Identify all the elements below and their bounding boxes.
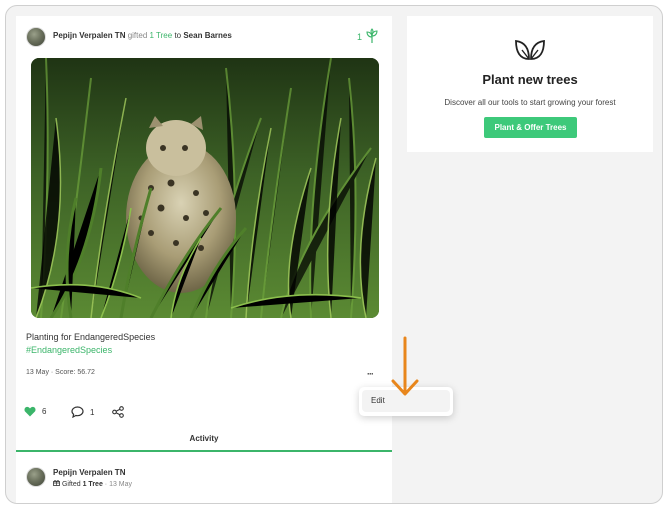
hashtag-link[interactable]: #EndangeredSpecies (26, 345, 112, 355)
pointer-arrow-icon (391, 336, 419, 396)
activity-detail: Gifted 1 Tree · 13 May (53, 479, 132, 488)
activity-list-item[interactable]: Pepijn Verpalen TN Gifted 1 Tree · 13 Ma… (26, 467, 386, 489)
share-icon (112, 406, 124, 418)
app-frame: Pepijn Verpalen TN gifted 1 Tree to Sean… (5, 5, 663, 504)
activity-author-name[interactable]: Pepijn Verpalen TN (53, 468, 125, 477)
share-button[interactable] (112, 406, 130, 418)
sapling-icon (366, 28, 378, 43)
jaguar-in-grass-image (31, 58, 379, 318)
action-text: gifted (127, 31, 148, 40)
like-count: 6 (42, 407, 47, 416)
gift-icon (53, 480, 60, 486)
plant-trees-promo-card: Plant new trees Discover all our tools t… (407, 16, 653, 152)
activity-prefix: Gifted (61, 481, 81, 488)
author-name-link[interactable]: Pepijn Verpalen TN (53, 31, 125, 40)
comment-button[interactable]: 1 (71, 406, 94, 418)
tree-count: 1 (356, 32, 362, 42)
activity-avatar[interactable] (26, 467, 46, 487)
tab-activity[interactable]: Activity (16, 434, 392, 443)
heart-icon (24, 406, 36, 417)
activity-gift: 1 Tree (82, 481, 103, 488)
comment-icon (71, 406, 84, 418)
post-actions: 6 1 (24, 406, 144, 422)
to-text: to (174, 31, 182, 40)
comment-count: 1 (90, 407, 95, 417)
activity-tab-bar: Activity (16, 428, 392, 452)
post-caption: Planting for EndangeredSpecies (26, 332, 156, 342)
activity-date: · 13 May (104, 481, 133, 488)
post-photo-jaguar[interactable] (31, 58, 379, 318)
promo-subtitle: Discover all our tools to start growing … (444, 98, 616, 107)
like-button[interactable]: 6 (24, 406, 46, 417)
post-date-score: 13 May · Score: 56.72 (26, 369, 95, 376)
feed-post-card: Pepijn Verpalen TN gifted 1 Tree to Sean… (16, 16, 392, 503)
gift-link[interactable]: 1 Tree (150, 31, 173, 40)
promo-title: Plant new trees (482, 72, 578, 87)
more-options-icon[interactable]: ··· (367, 369, 374, 379)
recipient-name-link[interactable]: Sean Barnes (183, 31, 231, 40)
post-header-text: Pepijn Verpalen TN gifted 1 Tree to Sean… (53, 31, 232, 40)
plant-offer-trees-button[interactable]: Plant & Offer Trees (484, 117, 577, 138)
author-avatar[interactable] (26, 27, 46, 47)
leaves-icon (515, 39, 545, 60)
post-header: Pepijn Verpalen TN gifted 1 Tree to Sean… (26, 27, 386, 49)
